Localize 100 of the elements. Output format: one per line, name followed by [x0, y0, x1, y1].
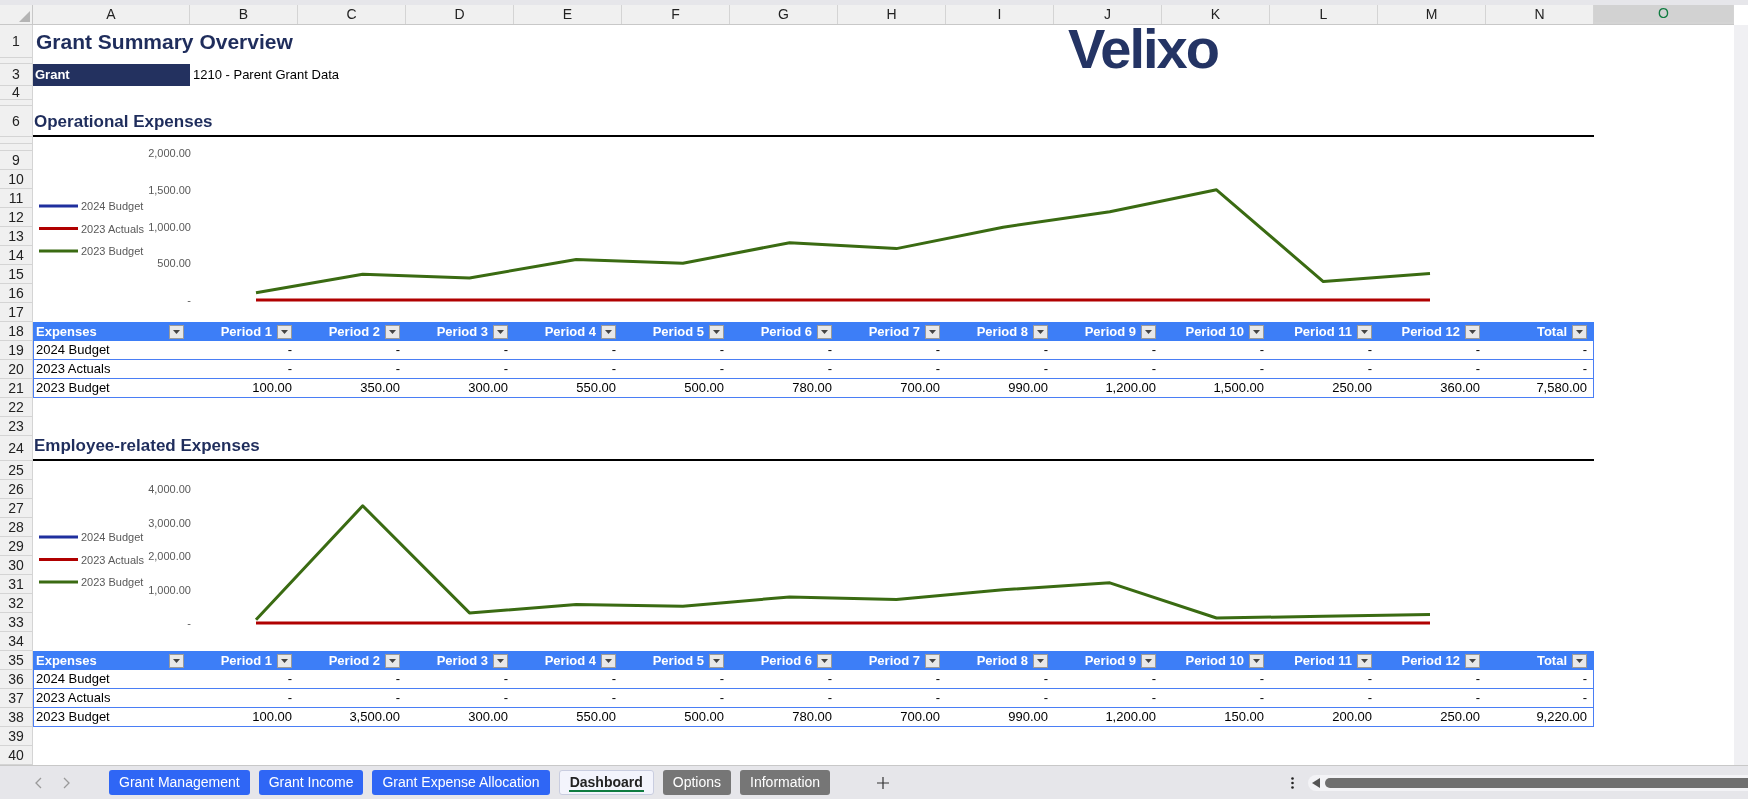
row-header[interactable]: 38: [0, 708, 33, 727]
sheet-tab[interactable]: Grant Income: [258, 770, 364, 795]
row-header[interactable]: 35: [0, 651, 33, 670]
chevron-left-icon: [34, 776, 42, 789]
column-header[interactable]: K: [1162, 5, 1270, 24]
row-header[interactable]: 32: [0, 594, 33, 613]
table-cell-text: 2024 Budget: [35, 341, 111, 359]
row-header[interactable]: 20: [0, 360, 33, 379]
row-header[interactable]: 11: [0, 189, 33, 208]
filter-dropdown-button[interactable]: [1249, 324, 1264, 339]
filter-dropdown-button[interactable]: [601, 653, 616, 668]
row-header[interactable]: 10: [0, 170, 33, 189]
row-header[interactable]: 37: [0, 689, 33, 708]
column-header[interactable]: I: [946, 5, 1054, 24]
column-header[interactable]: L: [1270, 5, 1378, 24]
filter-dropdown-button[interactable]: [385, 653, 400, 668]
row-header[interactable]: 16: [0, 284, 33, 303]
sheet-tab[interactable]: Information: [740, 770, 831, 795]
table-cell-text: 700.00: [899, 708, 941, 726]
sheet-tab[interactable]: Options: [662, 770, 732, 795]
column-header[interactable]: M: [1378, 5, 1486, 24]
filter-dropdown-button[interactable]: [817, 653, 832, 668]
filter-dropdown-button[interactable]: [277, 324, 292, 339]
legend-label: 2024 Budget: [81, 531, 144, 543]
filter-dropdown-button[interactable]: [709, 324, 724, 339]
row-header[interactable]: 21: [0, 379, 33, 398]
column-header[interactable]: A: [33, 5, 190, 24]
filter-dropdown-button[interactable]: [1357, 653, 1372, 668]
vertical-scrollbar[interactable]: [1734, 25, 1748, 765]
column-header[interactable]: H: [838, 5, 946, 24]
row-header[interactable]: 39: [0, 727, 33, 746]
filter-dropdown-button[interactable]: [925, 324, 940, 339]
row-header[interactable]: 17: [0, 303, 33, 322]
filter-dropdown-button[interactable]: [601, 324, 616, 339]
table-cell-text: 250.00: [1439, 708, 1481, 726]
row-header[interactable]: 14: [0, 246, 33, 265]
row-header[interactable]: 24: [0, 436, 33, 461]
table-cell-text: -: [1474, 341, 1481, 359]
filter-dropdown-button[interactable]: [493, 324, 508, 339]
row-header[interactable]: 26: [0, 480, 33, 499]
row-header[interactable]: 31: [0, 575, 33, 594]
column-header[interactable]: G: [730, 5, 838, 24]
table-cell-text: 700.00: [899, 379, 941, 397]
row-header[interactable]: 23: [0, 417, 33, 436]
sheet-tab[interactable]: Grant Expense Allocation: [372, 770, 550, 795]
scroll-left-button[interactable]: [1312, 777, 1321, 788]
column-header[interactable]: J: [1054, 5, 1162, 24]
filter-dropdown-button[interactable]: [1141, 653, 1156, 668]
filter-dropdown-button[interactable]: [1465, 324, 1480, 339]
row-header[interactable]: 33: [0, 613, 33, 632]
row-header[interactable]: 6: [0, 106, 33, 137]
table-cell-text: 250.00: [1331, 379, 1373, 397]
caret-icon: [1576, 658, 1583, 663]
filter-dropdown-button[interactable]: [1357, 324, 1372, 339]
column-header[interactable]: O: [1594, 5, 1734, 24]
row-header[interactable]: 29: [0, 537, 33, 556]
table-cell-text: 200.00: [1331, 708, 1373, 726]
filter-dropdown-button[interactable]: [709, 653, 724, 668]
filter-dropdown-button[interactable]: [1033, 324, 1048, 339]
filter-dropdown-button[interactable]: [493, 653, 508, 668]
filter-dropdown-button[interactable]: [1572, 653, 1587, 668]
row-header[interactable]: 4: [0, 86, 33, 100]
filter-dropdown-button[interactable]: [385, 324, 400, 339]
filter-dropdown-button[interactable]: [925, 653, 940, 668]
filter-dropdown-button[interactable]: [169, 324, 184, 339]
row-header[interactable]: 25: [0, 461, 33, 480]
column-header[interactable]: F: [622, 5, 730, 24]
scrollbar-thumb[interactable]: [1325, 777, 1748, 788]
horizontal-scrollbar[interactable]: [1308, 774, 1748, 791]
filter-dropdown-button[interactable]: [1572, 324, 1587, 339]
row-header[interactable]: 1: [0, 25, 33, 58]
row-header[interactable]: 34: [0, 632, 33, 651]
column-header[interactable]: C: [298, 5, 406, 24]
row-header[interactable]: 30: [0, 556, 33, 575]
row-header[interactable]: 28: [0, 518, 33, 537]
row-header[interactable]: 3: [0, 64, 33, 86]
row-header[interactable]: 40: [0, 746, 33, 765]
filter-dropdown-button[interactable]: [1033, 653, 1048, 668]
column-header[interactable]: B: [190, 5, 298, 24]
row-header[interactable]: 13: [0, 227, 33, 246]
filter-dropdown-button[interactable]: [1141, 324, 1156, 339]
row-header[interactable]: 18: [0, 322, 33, 341]
filter-dropdown-button[interactable]: [817, 324, 832, 339]
sheet-tab[interactable]: Dashboard: [558, 770, 654, 795]
row-header[interactable]: 19: [0, 341, 33, 360]
column-header[interactable]: E: [514, 5, 622, 24]
row-header[interactable]: 22: [0, 398, 33, 417]
row-header[interactable]: 12: [0, 208, 33, 227]
legend-label: 2023 Actuals: [81, 553, 145, 566]
filter-dropdown-button[interactable]: [277, 653, 292, 668]
row-header[interactable]: 36: [0, 670, 33, 689]
filter-dropdown-button[interactable]: [1249, 653, 1264, 668]
row-header[interactable]: 9: [0, 151, 33, 170]
table-cell-text: 300.00: [467, 708, 509, 726]
filter-dropdown-button[interactable]: [1465, 653, 1480, 668]
column-header[interactable]: D: [406, 5, 514, 24]
sheet-tab[interactable]: Grant Management: [109, 770, 250, 795]
filter-dropdown-button[interactable]: [169, 653, 184, 668]
row-header[interactable]: 27: [0, 499, 33, 518]
row-header[interactable]: 15: [0, 265, 33, 284]
